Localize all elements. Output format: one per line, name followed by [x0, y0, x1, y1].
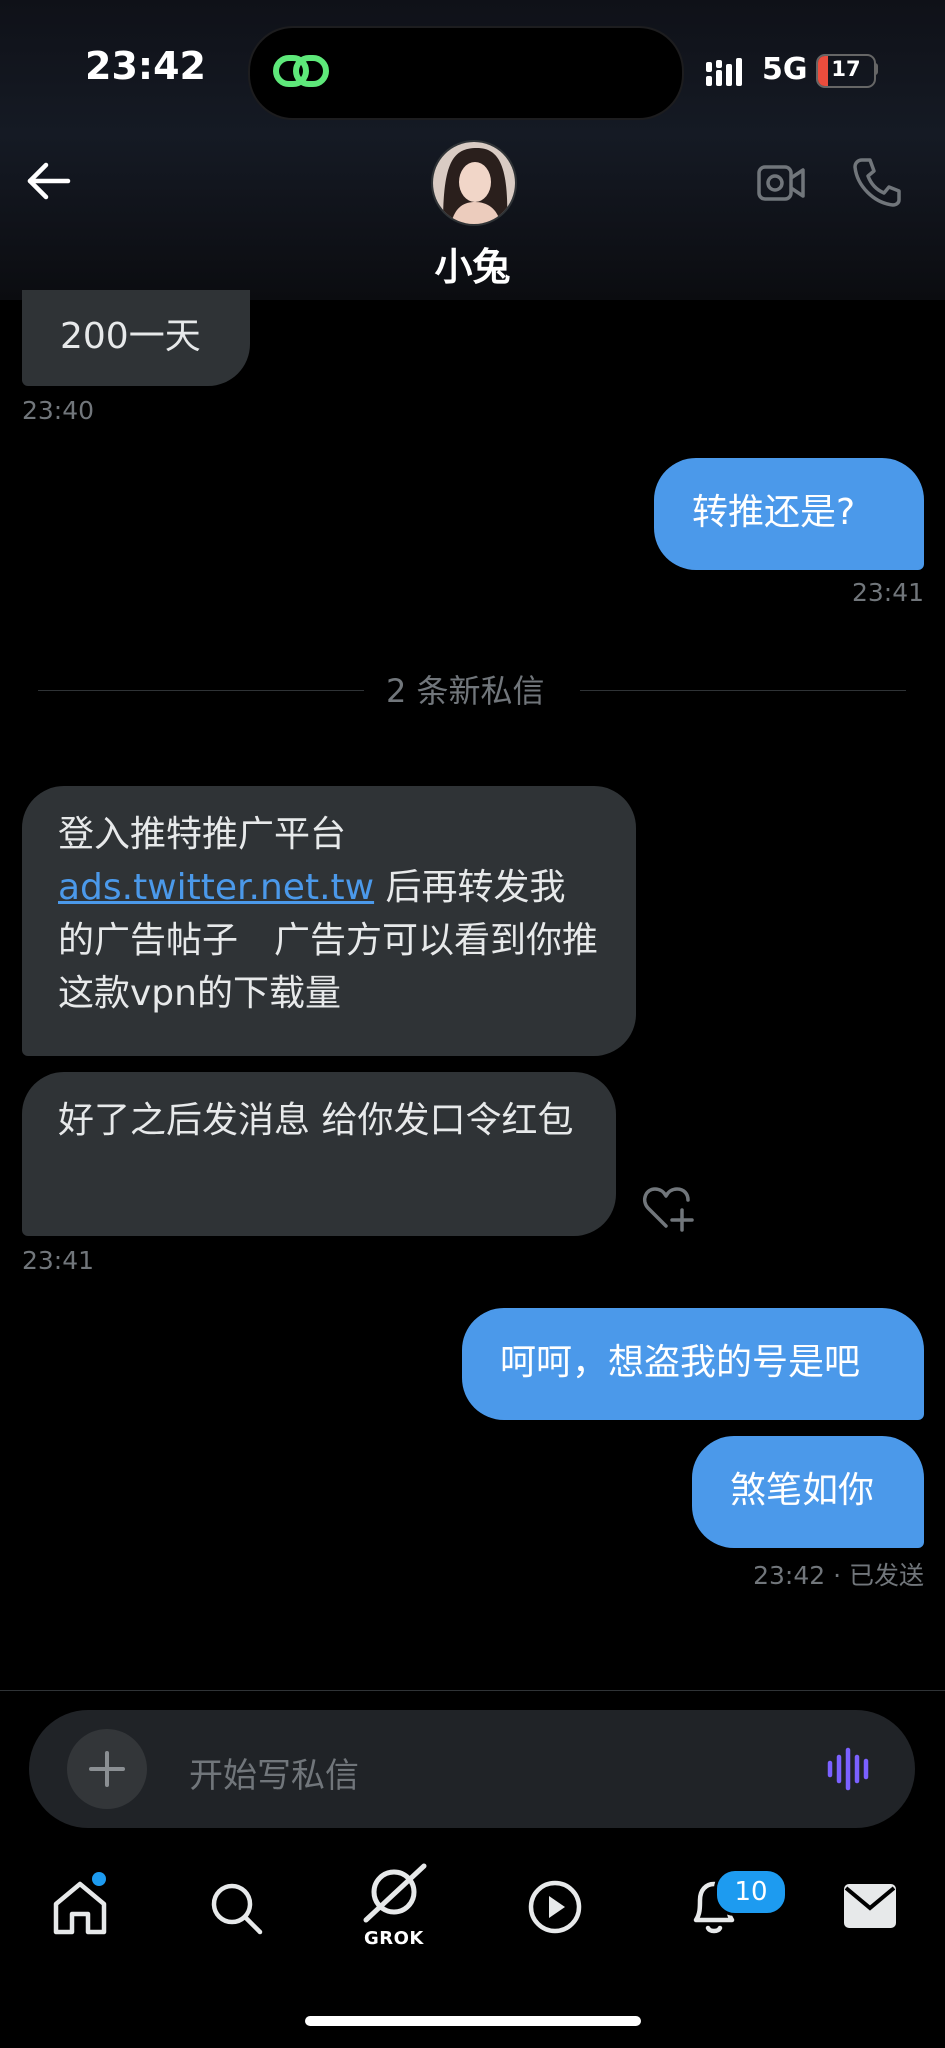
home-unread-dot	[92, 1872, 106, 1886]
mail-icon[interactable]	[842, 1882, 898, 1934]
message-received[interactable]: 好了之后发消息 给你发口令红包	[22, 1072, 616, 1236]
battery-level: 17	[831, 57, 861, 81]
battery-tip	[874, 63, 878, 75]
message-received[interactable]: 200一天	[22, 290, 250, 386]
notifications-badge: 10	[714, 1868, 788, 1916]
arrow-left-icon[interactable]	[24, 160, 74, 206]
plus-icon	[89, 1751, 125, 1787]
heart-plus-icon[interactable]	[642, 1186, 694, 1236]
battery-icon: 17	[816, 54, 876, 88]
message-received[interactable]: 登入推特推广平台 ads.twitter.net.tw 后再转发我的广告帖子 广…	[22, 786, 636, 1056]
message-text-line: 登入推特推广平台	[58, 814, 347, 855]
message-text: 好了之后发消息 给你发口令红包	[58, 1100, 574, 1141]
divider-line	[580, 690, 906, 691]
message-text: 呵呵，想盗我的号是吧	[500, 1342, 861, 1383]
link-rings-icon	[272, 48, 330, 98]
video-camera-icon[interactable]	[756, 160, 806, 210]
home-indicator	[305, 2016, 641, 2026]
phone-icon[interactable]	[852, 156, 902, 212]
message-sent[interactable]: 转推还是?	[654, 458, 924, 570]
grok-tab-label: GROK	[364, 1928, 424, 1949]
message-timestamp: 23:41	[851, 578, 924, 607]
message-input[interactable]: 开始写私信	[189, 1748, 359, 1797]
message-text: 煞笔如你	[730, 1470, 875, 1511]
new-messages-divider: 2 条新私信	[386, 672, 545, 710]
message-composer[interactable]: 开始写私信	[29, 1710, 915, 1828]
home-icon[interactable]	[50, 1878, 110, 1942]
message-link[interactable]: ads.twitter.net.tw	[58, 867, 374, 908]
add-media-button[interactable]	[67, 1729, 147, 1809]
signal-icon	[706, 56, 752, 90]
divider-line	[38, 690, 364, 691]
composer-divider	[0, 1690, 945, 1691]
voice-wave-icon[interactable]	[825, 1746, 875, 1796]
network-type: 5G	[762, 52, 808, 87]
contact-name[interactable]: 小兔	[0, 236, 945, 291]
message-sent[interactable]: 煞笔如你	[692, 1436, 924, 1548]
avatar[interactable]	[431, 140, 517, 226]
status-time: 23:42	[85, 44, 206, 88]
message-timestamp: 23:42 · 已发送	[753, 1561, 924, 1590]
search-icon[interactable]	[208, 1880, 264, 1940]
message-text: 转推还是?	[692, 492, 856, 533]
play-circle-icon[interactable]	[526, 1878, 584, 1940]
message-text: 200一天	[60, 316, 201, 357]
dynamic-island	[248, 26, 684, 120]
message-timestamp: 23:41	[22, 1246, 95, 1275]
message-timestamp: 23:40	[22, 396, 95, 425]
message-sent[interactable]: 呵呵，想盗我的号是吧	[462, 1308, 924, 1420]
grok-icon[interactable]	[358, 1862, 430, 1930]
message-text: ads.twitter.net.tw 后再转发我的广告帖子 广告方可以看到你推这…	[58, 861, 600, 1020]
